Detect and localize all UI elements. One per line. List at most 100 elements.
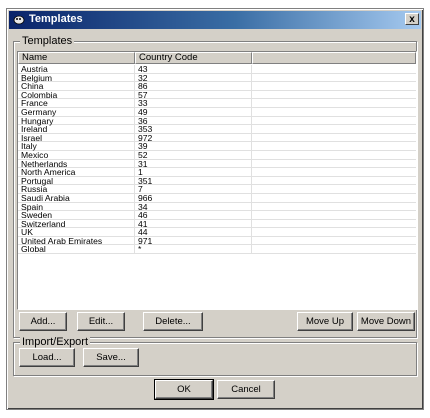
table-row[interactable]: Mexico 52 bbox=[18, 151, 416, 160]
column-divider bbox=[134, 116, 135, 125]
load-button[interactable]: Load... bbox=[19, 348, 75, 367]
column-divider bbox=[251, 202, 252, 211]
cell-name: Ireland bbox=[21, 124, 48, 135]
column-divider bbox=[134, 90, 135, 99]
column-divider bbox=[251, 150, 252, 159]
delete-button[interactable]: Delete... bbox=[143, 312, 203, 331]
table-row[interactable]: Ireland 353 bbox=[18, 125, 416, 134]
column-divider bbox=[134, 107, 135, 116]
column-divider bbox=[251, 116, 252, 125]
cell-country-code: 1 bbox=[138, 167, 143, 178]
table-row[interactable]: France 33 bbox=[18, 99, 416, 108]
cell-country-code: 43 bbox=[138, 64, 148, 74]
app-icon bbox=[13, 15, 25, 25]
table-row[interactable]: United Arab Emirates 971 bbox=[18, 237, 416, 246]
column-divider bbox=[251, 73, 252, 82]
table-row[interactable]: Switzerland 41 bbox=[18, 219, 416, 229]
column-divider bbox=[251, 133, 252, 142]
import-export-group-label: Import/Export bbox=[20, 336, 91, 348]
column-header-name[interactable]: Name bbox=[18, 52, 135, 64]
column-divider bbox=[251, 245, 252, 254]
cell-name: Austria bbox=[21, 64, 48, 74]
table-row[interactable]: Italy 39 bbox=[18, 142, 416, 151]
cell-country-code: 353 bbox=[138, 124, 153, 135]
cancel-button[interactable]: Cancel bbox=[217, 380, 275, 399]
column-divider bbox=[251, 90, 252, 99]
column-divider bbox=[134, 185, 135, 193]
cell-country-code: 86 bbox=[138, 81, 148, 92]
table-row[interactable]: Israel 972 bbox=[18, 133, 416, 143]
column-divider bbox=[251, 219, 252, 228]
edit-button[interactable]: Edit... bbox=[77, 312, 125, 331]
table-row[interactable]: Netherlands 31 bbox=[18, 159, 416, 169]
save-button[interactable]: Save... bbox=[83, 348, 139, 367]
table-row[interactable]: Germany 49 bbox=[18, 108, 416, 117]
table-row[interactable]: Sweden 46 bbox=[18, 211, 416, 220]
column-divider bbox=[251, 211, 252, 219]
column-divider bbox=[251, 228, 252, 236]
column-header-country-code[interactable]: Country Code bbox=[135, 52, 252, 64]
table-row[interactable]: Colombia 57 bbox=[18, 90, 416, 100]
column-divider bbox=[134, 236, 135, 245]
column-divider bbox=[251, 99, 252, 107]
column-divider bbox=[134, 150, 135, 159]
column-divider bbox=[134, 133, 135, 142]
column-divider bbox=[134, 193, 135, 202]
column-divider bbox=[251, 168, 252, 176]
cell-name: Sweden bbox=[21, 210, 53, 221]
close-icon: x bbox=[409, 14, 415, 25]
table-row[interactable]: North America 1 bbox=[18, 168, 416, 177]
column-divider bbox=[251, 185, 252, 193]
table-row[interactable]: China 86 bbox=[18, 82, 416, 91]
add-button[interactable]: Add... bbox=[19, 312, 67, 331]
column-divider bbox=[134, 168, 135, 176]
column-divider bbox=[134, 142, 135, 150]
cell-country-code: 46 bbox=[138, 210, 148, 221]
column-divider bbox=[134, 73, 135, 82]
cell-country-code: 49 bbox=[138, 106, 148, 117]
cell-name: Germany bbox=[21, 106, 57, 117]
table-row[interactable]: Hungary 36 bbox=[18, 116, 416, 126]
table-row[interactable]: Russia 7 bbox=[18, 185, 416, 194]
table-row[interactable]: Global * bbox=[18, 244, 416, 255]
cell-name: North America bbox=[21, 167, 76, 178]
templates-group-label: Templates bbox=[20, 35, 75, 47]
list-rows: Austria 43 Belgium 32 China 86 Colombia 57 Franc… bbox=[18, 65, 416, 255]
column-divider bbox=[134, 202, 135, 211]
column-divider bbox=[251, 125, 252, 133]
column-divider bbox=[251, 82, 252, 90]
column-divider bbox=[134, 65, 135, 73]
column-divider bbox=[251, 159, 252, 168]
table-row[interactable]: Spain 34 bbox=[18, 202, 416, 212]
column-divider bbox=[134, 125, 135, 133]
column-divider bbox=[134, 99, 135, 107]
close-button[interactable]: x bbox=[405, 13, 419, 25]
title-bar[interactable]: Templates x bbox=[9, 11, 421, 29]
cell-name: China bbox=[21, 81, 44, 92]
cell-country-code: * bbox=[138, 244, 142, 255]
table-row[interactable]: Belgium 32 bbox=[18, 73, 416, 83]
table-row[interactable]: Portugal 351 bbox=[18, 176, 416, 186]
column-divider bbox=[134, 82, 135, 90]
column-divider bbox=[134, 159, 135, 168]
column-header-empty bbox=[252, 52, 416, 64]
templates-dialog: Templates x Templates Name Country Code … bbox=[6, 8, 424, 410]
cell-name: Mexico bbox=[21, 149, 49, 160]
window-title: Templates bbox=[29, 13, 83, 25]
cell-country-code: 52 bbox=[138, 149, 148, 160]
table-row[interactable]: Austria 43 bbox=[18, 65, 416, 74]
cell-country-code: 966 bbox=[138, 192, 153, 203]
ok-button[interactable]: OK bbox=[154, 379, 214, 400]
column-divider bbox=[251, 193, 252, 202]
move-down-button[interactable]: Move Down bbox=[357, 312, 415, 331]
move-up-button[interactable]: Move Up bbox=[297, 312, 353, 331]
column-divider bbox=[251, 236, 252, 245]
column-divider bbox=[134, 219, 135, 228]
column-divider bbox=[134, 245, 135, 254]
column-divider bbox=[251, 142, 252, 150]
column-divider bbox=[134, 228, 135, 236]
templates-list[interactable]: Name Country Code Austria 43 Belgium 32 Chin… bbox=[17, 51, 417, 310]
table-row[interactable]: Saudi Arabia 966 bbox=[18, 194, 416, 203]
column-divider bbox=[251, 65, 252, 73]
column-divider bbox=[134, 176, 135, 185]
